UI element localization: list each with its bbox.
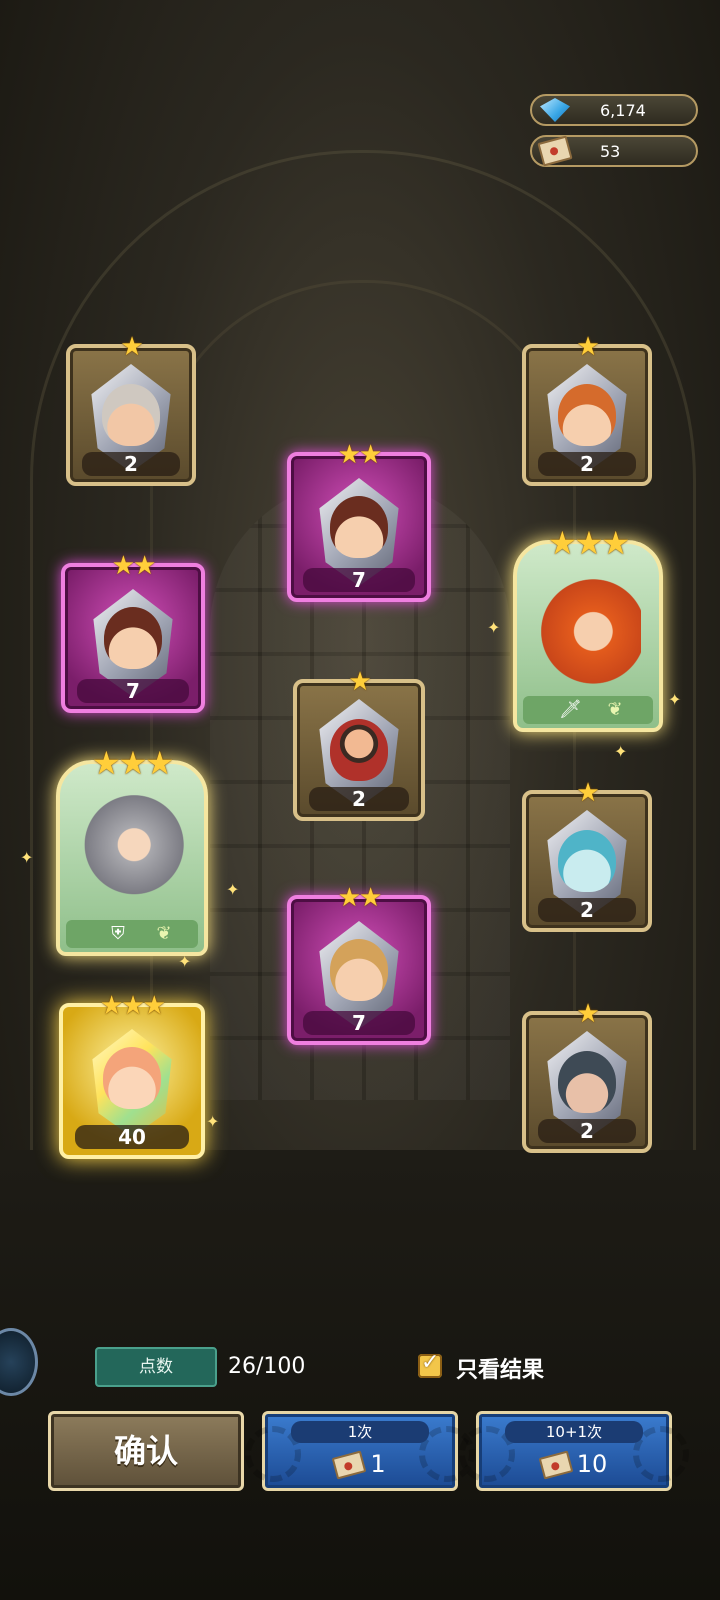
ticket-amount: 53 (600, 142, 621, 161)
sparkle-icon: ✦ (487, 618, 501, 637)
hero-portrait (558, 830, 616, 892)
ticket-icon (332, 1450, 367, 1480)
star-rating: ★ (576, 999, 599, 1029)
summon-result-card[interactable]: ★ 2 (66, 334, 196, 486)
sparkle-icon: ✦ (20, 848, 34, 867)
sparkle-icon: ✦ (178, 952, 192, 971)
shard-count: 2 (309, 787, 409, 811)
ticket-icon (537, 135, 573, 167)
sparkle-icon: ✦ (226, 880, 240, 899)
result-only-label: 只看结果 (456, 1358, 545, 1383)
hero-portrait (330, 719, 388, 781)
hero-portrait (558, 384, 616, 446)
shard-count: 2 (538, 1119, 636, 1143)
hero-tag-bar: 🗡 ❦ (523, 696, 653, 724)
draw-multi-label: 10+1次 (505, 1421, 643, 1443)
star-rating: ★★★ (100, 991, 166, 1021)
sparkle-icon: ✦ (668, 690, 682, 709)
shard-count: 7 (303, 568, 415, 592)
star-rating: ★★ (337, 883, 383, 913)
shard-count: 40 (75, 1125, 189, 1149)
shard-count: 7 (303, 1011, 415, 1035)
new-hero-card[interactable]: ★★★ ⛨ ❦ (56, 747, 208, 956)
hero-portrait (104, 607, 162, 669)
hero-portrait (103, 1047, 161, 1109)
draw-once-button[interactable]: 1次 1 (245, 1411, 475, 1491)
summon-result-card[interactable]: ★ 2 (522, 334, 652, 486)
gem-icon (540, 98, 570, 122)
hero-tag-bar: ⛨ ❦ (66, 920, 198, 948)
sparkle-icon: ✦ (206, 1112, 220, 1131)
shield-icon: ⛨ (111, 923, 125, 944)
hero-portrait (558, 1051, 616, 1113)
hero-portrait (535, 568, 641, 690)
confirm-button[interactable]: 确认 (48, 1411, 244, 1491)
draw-multi-cost: 10 (479, 1450, 669, 1480)
checkbox-checked-icon[interactable] (418, 1350, 442, 1378)
leaf-icon: ❦ (156, 923, 172, 944)
hero-portrait (330, 496, 388, 558)
sword-icon: 🗡 (559, 699, 582, 720)
shard-count: 2 (538, 452, 636, 476)
star-rating: ★★★ (547, 524, 630, 562)
star-rating: ★★★ (91, 744, 174, 782)
gem-amount: 6,174 (600, 101, 646, 120)
draw-once-cost: 1 (265, 1450, 455, 1480)
star-rating: ★★ (111, 551, 157, 581)
summon-result-card[interactable]: ★ 2 (293, 669, 425, 821)
points-label: 点数 (95, 1347, 217, 1387)
star-rating: ★ (120, 332, 143, 362)
hero-portrait (102, 384, 160, 446)
shard-count: 7 (77, 679, 189, 703)
shard-count: 2 (82, 452, 180, 476)
hero-portrait (78, 788, 186, 914)
star-rating: ★★ (337, 440, 383, 470)
summon-result-card[interactable]: ★ 2 (522, 780, 652, 932)
shard-count: 2 (538, 898, 636, 922)
star-rating: ★ (576, 778, 599, 808)
draw-multi-cost-value: 10 (576, 1450, 608, 1478)
draw-once-cost-value: 1 (370, 1450, 386, 1478)
new-hero-card[interactable]: ★★★ 🗡 ❦ (513, 527, 663, 732)
hero-portrait (330, 939, 388, 1001)
star-rating: ★ (576, 332, 599, 362)
summon-result-card[interactable]: ★★ 7 (61, 553, 205, 713)
ticket-counter[interactable]: 53 (530, 135, 698, 167)
summon-result-card[interactable]: ★★ 7 (287, 885, 431, 1045)
ticket-icon (538, 1450, 574, 1480)
gem-counter[interactable]: 6,174 (530, 94, 698, 126)
star-rating: ★ (348, 667, 371, 697)
points-value: 26/100 (228, 1354, 306, 1379)
sparkle-icon: ✦ (614, 742, 628, 761)
summon-result-card[interactable]: ★★★ 40 (59, 993, 205, 1159)
draw-multi-button[interactable]: 10+1次 10 (459, 1411, 689, 1491)
summon-result-card[interactable]: ★ 2 (522, 1001, 652, 1153)
leaf-icon: ❦ (607, 699, 623, 720)
draw-once-label: 1次 (291, 1421, 429, 1443)
summon-result-card[interactable]: ★★ 7 (287, 442, 431, 602)
